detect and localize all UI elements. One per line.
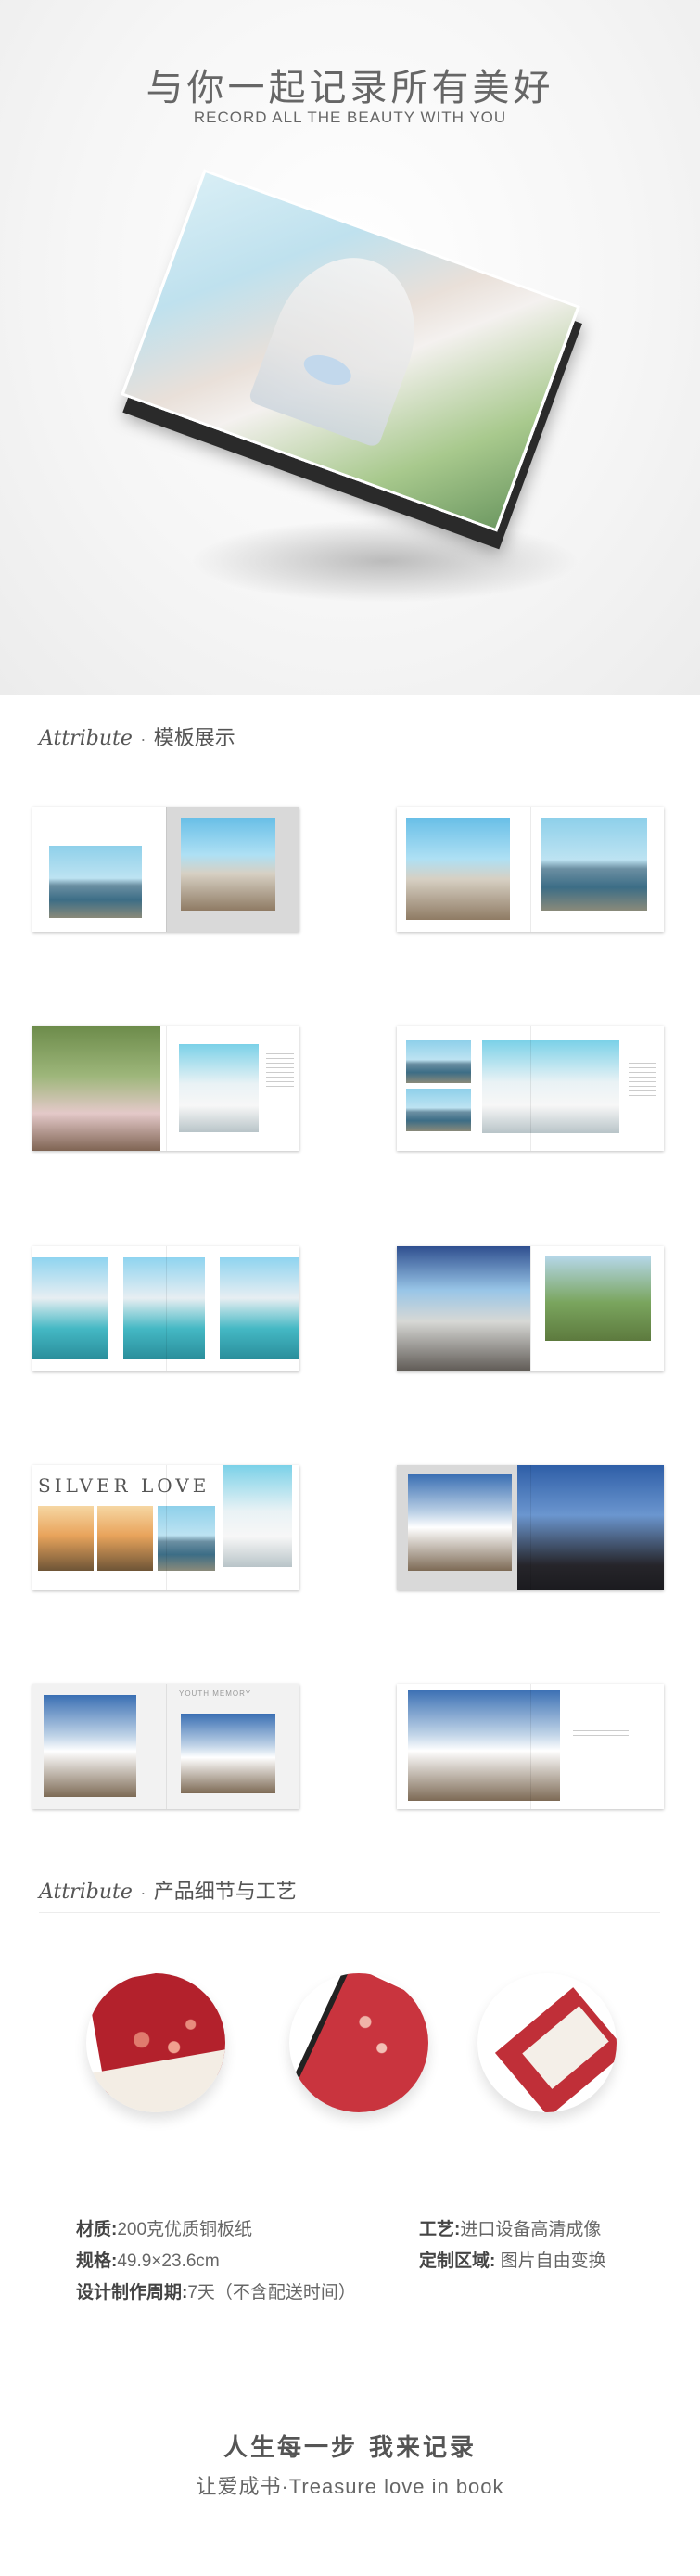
section-heading-templates: Attribute · 模板展示 xyxy=(39,721,660,759)
footer-subtitle: 让爱成书·Treasure love in book xyxy=(196,2475,504,2498)
spread-photo xyxy=(49,846,142,918)
template-spread-10 xyxy=(397,1684,664,1809)
spread-photo xyxy=(406,1040,471,1083)
spread-photo xyxy=(32,1026,160,1151)
spread-photo xyxy=(545,1256,651,1341)
spread-photo xyxy=(408,1474,512,1571)
spec-material: 材质:200克优质铜板纸 xyxy=(76,2214,419,2246)
spec-custom-area: 定制区域: 图片自由变换 xyxy=(419,2246,651,2277)
section-heading-details: Attribute · 产品细节与工艺 xyxy=(39,1875,660,1913)
template-title-silver-love: SILVER LOVE xyxy=(38,1474,210,1497)
section-heading-dot: · xyxy=(140,1883,146,1902)
spread-photo xyxy=(44,1695,136,1797)
spread-photo xyxy=(38,1506,94,1571)
hero-subtitle: RECORD ALL THE BEAUTY WITH YOU xyxy=(193,108,507,126)
footer-title: 人生每一步 我来记录 xyxy=(223,2434,477,2462)
detail-image-cover-edge xyxy=(289,1973,428,2112)
spec-value: 图片自由变换 xyxy=(495,2251,606,2271)
album-shadow xyxy=(190,519,579,603)
template-title-youth-memory: YOUTH MEMORY xyxy=(179,1690,252,1698)
spread-text-block xyxy=(573,1730,629,1740)
spec-period: 设计制作周期:7天（不含配送时间） xyxy=(76,2277,651,2309)
template-spread-5 xyxy=(32,1246,299,1371)
album-cover xyxy=(121,169,580,532)
spec-label: 设计制作周期: xyxy=(76,2283,188,2302)
template-spread-7: SILVER LOVE xyxy=(32,1465,299,1590)
spread-photo xyxy=(97,1506,153,1571)
spec-label: 材质: xyxy=(76,2220,118,2239)
spread-photo xyxy=(406,818,510,920)
spread-photo xyxy=(406,1089,471,1131)
product-detail-page: 与你一起记录所有美好 RECORD ALL THE BEAUTY WITH YO… xyxy=(0,0,700,2576)
spread-photo xyxy=(158,1506,215,1571)
template-spread-3 xyxy=(32,1026,299,1151)
section-heading-cn: 产品细节与工艺 xyxy=(153,1880,297,1903)
spec-size: 规格:49.9×23.6cm xyxy=(76,2246,419,2277)
red-cover xyxy=(292,1973,428,2112)
spec-value: 进口设备高清成像 xyxy=(460,2220,602,2239)
spread-photo xyxy=(220,1257,299,1359)
spread-photo xyxy=(541,818,647,911)
section-heading-en: Attribute xyxy=(39,727,133,750)
spec-value: 200克优质铜板纸 xyxy=(117,2220,253,2239)
spread-photo xyxy=(123,1257,205,1359)
spread-photo xyxy=(397,1246,530,1371)
spec-value: 49.9×23.6cm xyxy=(117,2251,220,2271)
template-spread-1 xyxy=(32,807,299,932)
template-spread-9: YOUTH MEMORY xyxy=(32,1684,299,1809)
section-heading-en: Attribute xyxy=(39,1881,133,1904)
section-heading-cn: 模板展示 xyxy=(153,726,235,749)
template-spread-4 xyxy=(397,1026,664,1151)
spread-text-block xyxy=(629,1063,656,1100)
spread-photo xyxy=(223,1465,292,1567)
spec-row: 设计制作周期:7天（不含配送时间） xyxy=(76,2277,651,2309)
product-specs: 材质:200克优质铜板纸 工艺:进口设备高清成像 规格:49.9×23.6cm … xyxy=(76,2214,651,2309)
spread-text-block xyxy=(266,1053,294,1090)
couple-photo xyxy=(248,237,439,449)
spec-label: 工艺: xyxy=(419,2220,461,2239)
spec-process: 工艺:进口设备高清成像 xyxy=(419,2214,651,2246)
hero-title: 与你一起记录所有美好 xyxy=(146,67,554,109)
spread-photo xyxy=(179,1044,259,1132)
spread-photo xyxy=(482,1040,619,1133)
hero-banner: 与你一起记录所有美好 RECORD ALL THE BEAUTY WITH YO… xyxy=(0,0,700,695)
detail-image-cover-texture xyxy=(86,1973,225,2112)
album-cover-image xyxy=(79,169,617,603)
template-spread-8 xyxy=(397,1465,664,1590)
spread-photo xyxy=(408,1690,560,1801)
spread-photo xyxy=(181,1714,275,1793)
spec-label: 规格: xyxy=(76,2251,118,2271)
spread-photo xyxy=(517,1465,664,1590)
spread-photo xyxy=(32,1257,108,1359)
spec-label: 定制区域: xyxy=(419,2251,496,2271)
template-spread-2 xyxy=(397,807,664,932)
section-heading-dot: · xyxy=(140,730,146,748)
spec-row: 规格:49.9×23.6cm 定制区域: 图片自由变换 xyxy=(76,2246,651,2277)
spread-photo xyxy=(181,818,275,911)
spec-row: 材质:200克优质铜板纸 工艺:进口设备高清成像 xyxy=(76,2214,651,2246)
spec-value: 7天（不含配送时间） xyxy=(187,2283,356,2302)
detail-image-corner xyxy=(477,1973,617,2112)
template-spread-6 xyxy=(397,1246,664,1371)
